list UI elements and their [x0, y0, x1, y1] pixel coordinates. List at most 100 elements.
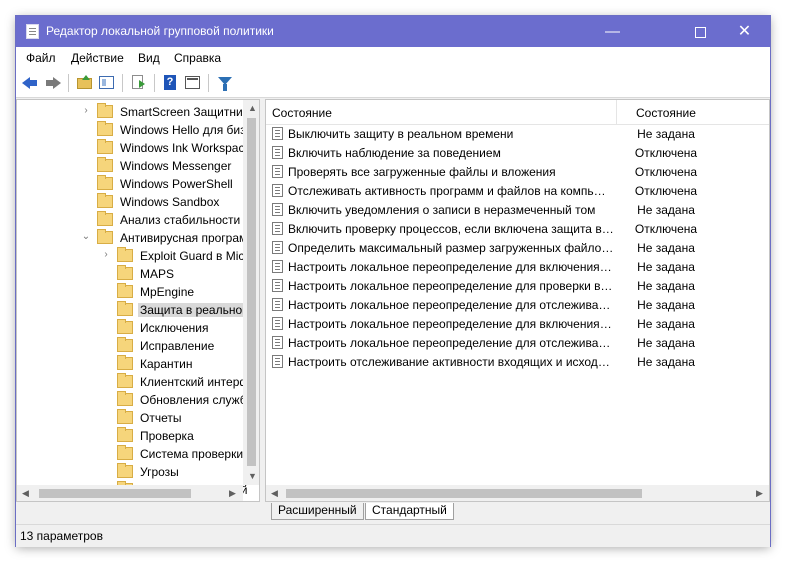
show-tree-button[interactable]	[98, 74, 116, 92]
policy-row[interactable]: Проверять все загруженные файлы и вложен…	[266, 163, 769, 182]
policy-row[interactable]: Настроить локальное переопределение для …	[266, 258, 769, 277]
tree-item-label: Windows Messenger	[120, 159, 232, 173]
folder-icon	[117, 319, 133, 334]
expand-chevron-icon	[101, 411, 111, 423]
tree-vertical-scrollbar[interactable]: ▲ ▼	[243, 100, 259, 485]
filter-button[interactable]	[216, 74, 234, 92]
policy-row[interactable]: Включить уведомления о записи в неразмеч…	[266, 201, 769, 220]
toolbar-separator	[208, 74, 209, 92]
policy-state: Не задана	[637, 355, 695, 369]
tree-item-label: Антивирусная програм	[120, 231, 248, 245]
minimize-button[interactable]: —	[590, 16, 635, 47]
list-horizontal-scrollbar[interactable]: ◀ ▶	[266, 485, 769, 501]
folder-icon	[97, 211, 113, 226]
tree-item-label: Windows Hello для биз	[120, 123, 246, 137]
policy-row[interactable]: Настроить локальное переопределение для …	[266, 334, 769, 353]
expand-chevron-icon	[101, 321, 111, 333]
help-button[interactable]: ?	[162, 74, 180, 92]
tree-horizontal-scroll-thumb[interactable]	[39, 489, 191, 498]
list-horizontal-scroll-thumb[interactable]	[286, 489, 642, 498]
column-divider[interactable]	[616, 100, 617, 124]
policy-name: Определить максимальный размер загруженн…	[288, 241, 614, 255]
policy-setting-icon	[272, 355, 283, 368]
folder-icon	[117, 301, 133, 316]
expanded-chevron-icon[interactable]: ⌄	[81, 231, 91, 243]
tab-standard[interactable]: Стандартный	[365, 503, 454, 520]
folder-icon	[117, 283, 133, 298]
folder-icon	[97, 157, 113, 172]
scroll-right-icon[interactable]: ▶	[756, 488, 763, 499]
export-list-button[interactable]	[130, 74, 148, 92]
expand-chevron-icon	[81, 141, 91, 153]
policy-setting-icon	[272, 184, 283, 197]
policy-row[interactable]: Включить проверку процессов, если включе…	[266, 220, 769, 239]
expand-chevron-icon	[81, 177, 91, 189]
policy-state: Не задана	[637, 127, 695, 141]
expand-chevron-icon	[101, 267, 111, 279]
tree-item-label: Защита в реальном	[138, 303, 253, 317]
tab-extended[interactable]: Расширенный	[271, 503, 364, 520]
view-button[interactable]	[184, 74, 202, 92]
policy-row[interactable]: Включить наблюдение за поведением Отключе…	[266, 144, 769, 163]
folder-icon	[97, 121, 113, 136]
policy-name: Настроить локальное переопределение для …	[288, 317, 614, 331]
policy-name: Настроить локальное переопределение для …	[288, 279, 614, 293]
tree-item-label: Отчеты	[140, 411, 182, 425]
tree-item-label: MpEngine	[140, 285, 195, 299]
folder-icon	[97, 103, 113, 118]
expand-chevron-icon	[101, 339, 111, 351]
menu-view[interactable]: Вид	[138, 51, 160, 65]
close-button[interactable]: ✕	[722, 16, 767, 47]
policy-row[interactable]: Настроить локальное переопределение для …	[266, 277, 769, 296]
folder-icon	[117, 247, 133, 262]
scroll-right-icon[interactable]: ▶	[229, 488, 236, 499]
expand-chevron-icon[interactable]: ›	[81, 105, 91, 117]
policy-row[interactable]: Выключить защиту в реальном времени Не за…	[266, 125, 769, 144]
tree-item-label: Угрозы	[140, 465, 179, 479]
menu-action[interactable]: Действие	[71, 51, 124, 65]
column-header-name[interactable]: Состояние	[272, 106, 332, 120]
maximize-button[interactable]	[678, 16, 723, 47]
policy-name: Включить уведомления о записи в неразмеч…	[288, 203, 596, 217]
help-icon: ?	[164, 75, 176, 90]
policy-state: Отключена	[634, 222, 698, 236]
policy-row[interactable]: Настроить локальное переопределение для …	[266, 315, 769, 334]
back-button[interactable]	[22, 74, 40, 92]
policy-setting-icon	[272, 222, 283, 235]
expand-chevron-icon	[101, 303, 111, 315]
tree-vertical-scroll-thumb[interactable]	[247, 118, 256, 466]
tree-item-label: Проверка	[140, 429, 194, 443]
policy-row[interactable]: Настроить отслеживание активности входящ…	[266, 353, 769, 372]
tree-horizontal-scrollbar[interactable]: ◀ ▶	[17, 485, 243, 501]
policy-state: Отключена	[634, 184, 698, 198]
policy-row[interactable]: Настроить локальное переопределение для …	[266, 296, 769, 315]
folder-icon	[117, 391, 133, 406]
gpedit-window: Редактор локальной групповой политики — …	[16, 16, 770, 547]
folder-icon	[97, 139, 113, 154]
folder-icon	[117, 427, 133, 442]
expand-chevron-icon[interactable]: ›	[101, 249, 111, 261]
policy-row[interactable]: Определить максимальный размер загруженн…	[266, 239, 769, 258]
column-header-state[interactable]: Состояние	[636, 106, 696, 120]
scroll-up-icon[interactable]: ▲	[248, 103, 257, 113]
policy-name: Настроить отслеживание активности входящ…	[288, 355, 614, 369]
menu-file[interactable]: Файл	[26, 51, 56, 65]
expand-chevron-icon	[101, 447, 111, 459]
forward-button[interactable]	[44, 74, 62, 92]
policy-row[interactable]: Отслеживать активность программ и файлов…	[266, 182, 769, 201]
list-header: Состояние Состояние	[266, 100, 769, 125]
maximize-icon	[695, 26, 706, 38]
tree-item-label: MAPS	[140, 267, 175, 281]
expand-chevron-icon	[101, 285, 111, 297]
scroll-left-icon[interactable]: ◀	[22, 488, 29, 499]
policy-state: Не задана	[637, 203, 695, 217]
scroll-left-icon[interactable]: ◀	[271, 488, 278, 499]
scroll-down-icon[interactable]: ▼	[248, 471, 257, 481]
menu-help[interactable]: Справка	[174, 51, 221, 65]
view-icon	[185, 76, 200, 89]
menu-bar: Файл Действие Вид Справка	[16, 47, 770, 69]
title-bar[interactable]: Редактор локальной групповой политики — …	[16, 16, 770, 47]
folder-icon	[117, 337, 133, 352]
expand-chevron-icon	[81, 159, 91, 171]
up-level-button[interactable]	[76, 74, 94, 92]
